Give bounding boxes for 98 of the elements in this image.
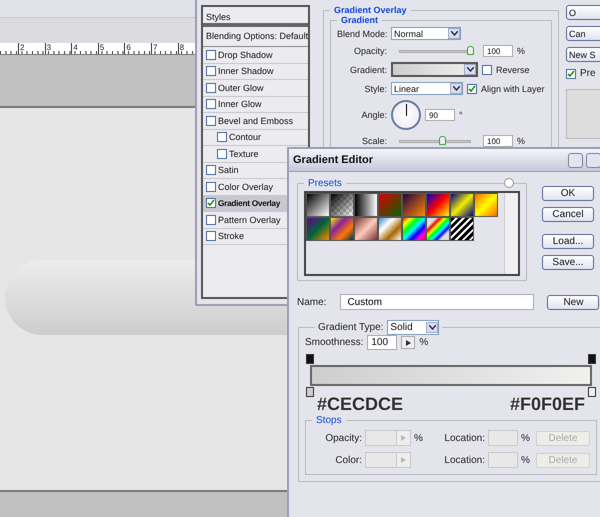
name-input[interactable]: Custom [340,294,534,310]
unit-label: % [521,454,531,466]
field-label: Location: [443,454,485,466]
field-label: Opacity: [324,432,362,444]
gradient-preset-swatch[interactable] [450,217,474,241]
dialog-button[interactable]: O [566,5,600,20]
unit-label: % [517,136,526,146]
gradient-preset-swatch[interactable] [330,217,354,241]
blending-options-item[interactable]: Blending Options: Default [203,27,308,47]
slider-thumb[interactable] [439,136,446,144]
gradient-preset-swatch[interactable] [474,193,498,217]
gradient-swatch[interactable] [391,62,478,77]
style-list-item[interactable]: Inner Shadow [203,64,308,80]
checkbox[interactable] [206,214,216,225]
group-title: Gradient [340,15,380,25]
gradient-preset-swatch[interactable] [450,193,474,217]
angle-dial[interactable] [391,100,421,130]
gradient-preset-swatch[interactable] [354,217,378,241]
scrollbar[interactable] [504,193,518,274]
ruler-number: 3 [46,43,52,52]
gradient-preset-swatch[interactable] [426,217,450,241]
checkbox[interactable] [482,64,492,74]
group-title: Presets [307,178,343,189]
gradient-preset-swatch[interactable] [378,217,402,241]
style-list-item[interactable]: Contour [203,130,308,146]
field-label: Name: [297,296,326,308]
checkbox[interactable] [206,165,216,176]
checkbox[interactable] [217,148,227,159]
ruler-number: 5 [100,43,104,52]
field-label: Angle: [360,110,387,120]
checkbox[interactable] [206,116,216,126]
smoothness-input[interactable]: 100 [367,335,398,350]
dialog-button[interactable]: Load... [542,234,594,249]
unit-label: % [517,46,526,56]
blend-mode-select[interactable]: Normal [391,27,461,40]
checkbox[interactable] [206,182,216,192]
checkbox-label: Pre [580,68,596,79]
dialog-button[interactable]: Save... [542,255,594,270]
slider-thumb[interactable] [467,46,474,54]
gradient-preset-swatch[interactable] [330,193,354,217]
checkbox[interactable] [566,68,576,78]
style-list-item[interactable]: Outer Glow [203,80,308,96]
dialog-button[interactable]: Cancel [542,207,594,222]
opacity-input[interactable]: 100 [483,45,513,57]
angle-input[interactable]: 90 [425,109,455,121]
color-hex-caption: #F0F0EF [510,394,585,415]
dialog-button[interactable]: OK [542,186,594,201]
unit-label: % [414,432,424,444]
color-stop-icon[interactable] [588,387,596,397]
style-list-item[interactable]: Bevel and Emboss [203,113,308,130]
checkbox[interactable] [206,231,216,242]
checkbox-label: Reverse [496,64,530,74]
color-stop-icon[interactable] [306,387,314,397]
new-button[interactable]: New [547,294,600,310]
checkbox[interactable] [206,82,216,93]
ruler-number: 4 [73,43,78,52]
style-list-item[interactable]: Drop Shadow [203,47,308,64]
field-label: Blend Mode: [337,28,387,38]
style-select[interactable]: Linear [391,82,463,95]
gradient-type-select[interactable]: Solid [387,320,440,335]
scale-input[interactable]: 100 [483,135,513,147]
menu-icon[interactable] [504,178,514,188]
unit-label: ° [459,110,463,120]
gradient-preset-swatch[interactable] [306,193,330,217]
ruler-number: 8 [180,43,184,52]
checkbox-label: Align with Layer [481,84,545,94]
dialog-button[interactable]: Can [566,26,600,41]
checkbox[interactable] [206,99,216,110]
field-label: Gradient Type: [318,322,384,333]
gradient-preset-swatch[interactable] [378,193,402,217]
field-label: Scale: [360,136,387,146]
style-list-item[interactable]: Inner Glow [203,96,308,113]
gradient-preset-swatch[interactable] [402,217,426,241]
checkbox[interactable] [467,84,477,94]
styles-header[interactable]: Styles [203,7,308,27]
field-label: Location: [443,432,485,444]
dialog-button[interactable]: New S [566,47,600,62]
checkbox[interactable] [217,132,227,142]
unit-label: % [521,432,531,444]
checkbox[interactable] [206,66,216,76]
unit-label: % [419,337,428,348]
field-label: Opacity: [352,46,387,56]
gradient-preset-swatch[interactable] [354,193,378,217]
field-label: Smoothness: [305,337,364,348]
field-label: Gradient: [348,64,387,74]
group-title: Gradient Overlay [333,5,408,15]
field-label: Color: [334,454,362,466]
field-label: Style: [363,84,387,94]
gradient-preset-swatch[interactable] [426,193,450,217]
ruler-number: 2 [20,43,24,52]
ruler-number: 7 [152,43,158,52]
gradient-preset-swatch[interactable] [402,193,426,217]
checkbox[interactable] [206,50,216,60]
checkbox[interactable] [206,198,216,208]
color-hex-caption: #CECDCE [317,394,404,415]
ruler-number: 6 [126,43,131,52]
group-title: Stops [315,415,343,426]
gradient-preset-swatch[interactable] [306,217,330,241]
